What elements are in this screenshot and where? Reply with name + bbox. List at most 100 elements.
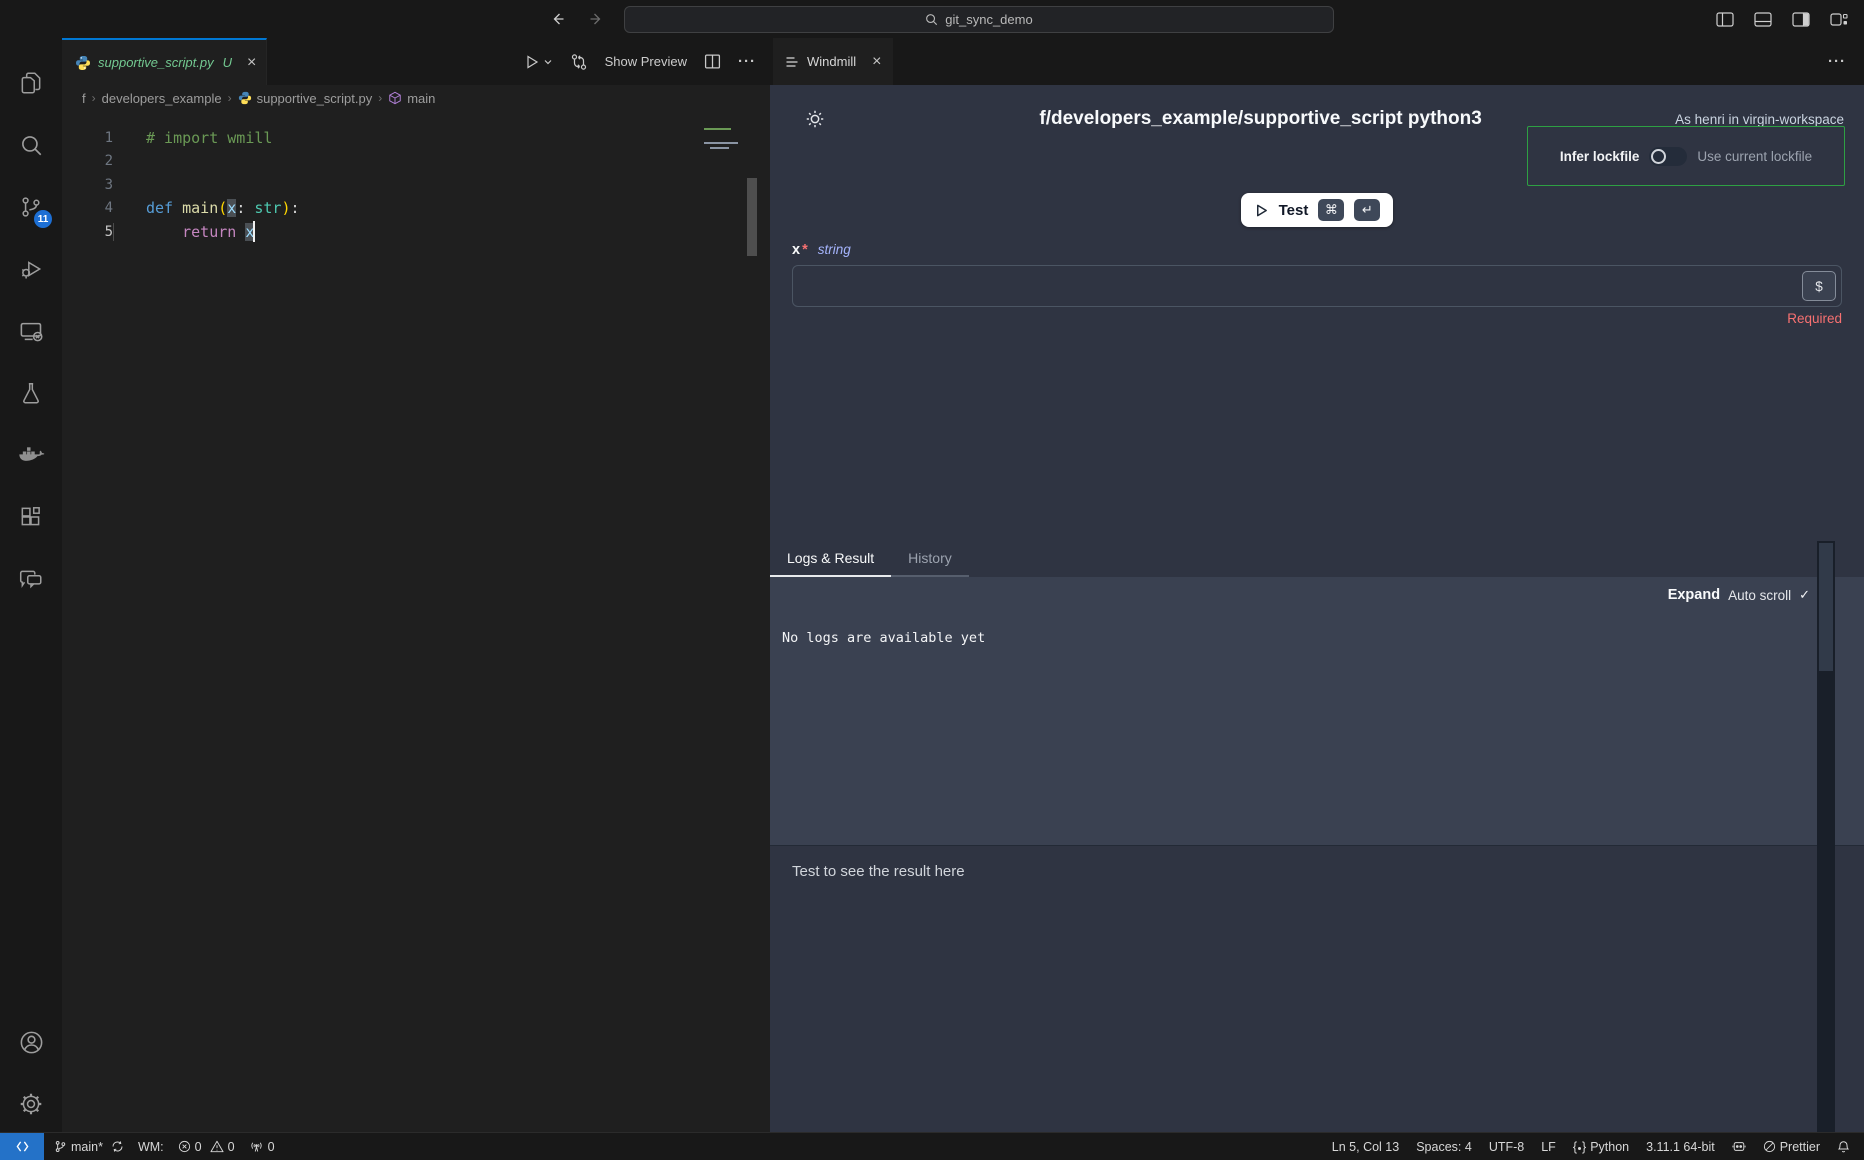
- code-line[interactable]: 5 return x: [62, 220, 770, 244]
- testing-icon[interactable]: [0, 362, 62, 424]
- windmill-form-section: f/developers_example/supportive_script p…: [770, 85, 1864, 541]
- line-number: 4: [62, 200, 113, 216]
- autoscroll-toggle[interactable]: Auto scroll: [1728, 588, 1791, 603]
- line-number: 3: [62, 177, 113, 193]
- theme-sun-icon[interactable]: [804, 108, 826, 130]
- minimap[interactable]: [704, 128, 744, 151]
- dollar-variable-button[interactable]: $: [1802, 271, 1836, 301]
- run-debug-icon[interactable]: [0, 238, 62, 300]
- required-star: *: [802, 242, 808, 258]
- breadcrumb-root[interactable]: f: [82, 91, 86, 106]
- breadcrumb-symbol[interactable]: main: [388, 91, 435, 106]
- check-icon: ✓: [1799, 587, 1810, 603]
- tab-supportive-script[interactable]: supportive_script.py U ×: [62, 38, 267, 85]
- infer-lockfile-label: Infer lockfile: [1560, 149, 1640, 164]
- encoding-status[interactable]: UTF-8: [1489, 1140, 1524, 1154]
- run-python-file-button[interactable]: [524, 54, 553, 70]
- warning-icon: [210, 1140, 224, 1153]
- line-number: 1: [62, 130, 113, 146]
- result-placeholder: Test to see the result here: [792, 863, 965, 880]
- cursor-position-status[interactable]: Ln 5, Col 13: [1332, 1140, 1399, 1154]
- indentation-status[interactable]: Spaces: 4: [1416, 1140, 1472, 1154]
- status-bar: main* WM: 0 0 0 Ln 5, Col 13 Spaces: 4 U…: [0, 1132, 1864, 1160]
- breadcrumb-file[interactable]: supportive_script.py: [238, 91, 373, 106]
- no-logs-message: No logs are available yet: [782, 630, 985, 646]
- show-preview-button[interactable]: Show Preview: [605, 54, 687, 69]
- breadcrumb-folder[interactable]: developers_example: [102, 91, 222, 106]
- activity-bar: 11: [0, 38, 62, 1132]
- argument-field: x * string $ Required: [770, 242, 1864, 326]
- comments-icon[interactable]: [0, 548, 62, 610]
- python-interpreter-status[interactable]: 3.11.1 64-bit: [1646, 1140, 1715, 1154]
- eol-status[interactable]: LF: [1541, 1140, 1556, 1154]
- command-center-search[interactable]: git_sync_demo: [624, 6, 1334, 33]
- customize-layout-icon[interactable]: [1830, 12, 1848, 27]
- title-bar: git_sync_demo: [0, 0, 1864, 38]
- explorer-icon[interactable]: [0, 52, 62, 114]
- panel-scrollbar-thumb[interactable]: [1819, 543, 1833, 671]
- remote-explorer-icon[interactable]: [0, 300, 62, 362]
- settings-gear-icon[interactable]: [0, 1076, 62, 1132]
- code-line[interactable]: 4def main(x: str):: [62, 197, 770, 221]
- slash-circle-icon: [1763, 1140, 1776, 1153]
- editor-scrollbar-thumb[interactable]: [747, 178, 757, 256]
- ports-status[interactable]: 0: [249, 1140, 275, 1154]
- toggle-primary-sidebar-icon[interactable]: [1716, 12, 1734, 27]
- workspace-context: As henri in virgin-workspace: [1675, 112, 1844, 127]
- vscode-window: git_sync_demo 11: [0, 0, 1864, 1160]
- toggle-panel-icon[interactable]: [1754, 12, 1772, 27]
- extensions-icon[interactable]: [0, 486, 62, 548]
- line-number: 2: [62, 153, 113, 169]
- tab-windmill[interactable]: Windmill ×: [773, 38, 893, 85]
- language-mode-status[interactable]: {} Python: [1573, 1140, 1629, 1154]
- source-control-icon[interactable]: 11: [0, 176, 62, 238]
- lockfile-toggle[interactable]: [1649, 147, 1687, 166]
- panel-scrollbar[interactable]: [1817, 541, 1835, 1132]
- extension-status[interactable]: [1732, 1140, 1746, 1153]
- code-editor[interactable]: 1# import wmill234def main(x: str):5 ret…: [62, 111, 770, 1132]
- notifications-status[interactable]: [1837, 1140, 1850, 1154]
- bell-icon: [1837, 1140, 1850, 1154]
- symbol-cube-icon: [388, 91, 402, 105]
- use-current-lockfile-label: Use current lockfile: [1697, 149, 1812, 164]
- lockfile-options-box: Infer lockfile Use current lockfile: [1527, 126, 1845, 186]
- tab-history[interactable]: History: [891, 541, 969, 577]
- editor-more-actions-icon[interactable]: ···: [738, 53, 756, 70]
- remote-indicator[interactable]: [0, 1133, 44, 1160]
- git-branch-status[interactable]: main*: [54, 1140, 124, 1154]
- code-line[interactable]: 2: [62, 150, 770, 174]
- test-button[interactable]: Test ⌘ ↵: [1241, 193, 1394, 227]
- navigate-forward-button[interactable]: [586, 9, 606, 29]
- argument-input[interactable]: $: [792, 265, 1842, 307]
- sync-icon: [111, 1140, 124, 1153]
- accounts-icon[interactable]: [0, 1014, 62, 1076]
- open-changes-icon[interactable]: [570, 53, 588, 71]
- docker-icon[interactable]: [0, 424, 62, 486]
- tab-close-icon[interactable]: ×: [247, 55, 256, 71]
- split-editor-icon[interactable]: [704, 53, 721, 70]
- prettier-status[interactable]: Prettier: [1763, 1140, 1820, 1154]
- breadcrumb-separator: ›: [378, 91, 382, 105]
- error-icon: [178, 1140, 191, 1153]
- code-text: # import wmill: [113, 129, 272, 147]
- branch-icon: [54, 1140, 67, 1153]
- tab-logs-result[interactable]: Logs & Result: [770, 541, 891, 577]
- code-lines: 1# import wmill234def main(x: str):5 ret…: [62, 126, 770, 244]
- toggle-secondary-sidebar-icon[interactable]: [1792, 12, 1810, 27]
- search-text: git_sync_demo: [945, 12, 1032, 27]
- expand-button[interactable]: Expand: [1668, 587, 1720, 603]
- code-line[interactable]: 1# import wmill: [62, 126, 770, 150]
- robot-icon: [1732, 1140, 1746, 1153]
- logs-body: Expand Auto scroll ✓ No logs are availab…: [770, 577, 1864, 845]
- windmill-more-actions-icon[interactable]: ···: [1828, 53, 1846, 70]
- breadcrumb-separator: ›: [92, 91, 96, 105]
- problems-status[interactable]: 0 0: [178, 1140, 235, 1154]
- navigate-back-button[interactable]: [548, 9, 568, 29]
- argument-name: x: [792, 242, 800, 258]
- toggle-knob: [1651, 149, 1666, 164]
- windmill-tab-close-icon[interactable]: ×: [872, 54, 881, 70]
- wm-status[interactable]: WM:: [138, 1140, 164, 1154]
- search-sidebar-icon[interactable]: [0, 114, 62, 176]
- code-line[interactable]: 3: [62, 173, 770, 197]
- line-number: 5: [62, 224, 113, 240]
